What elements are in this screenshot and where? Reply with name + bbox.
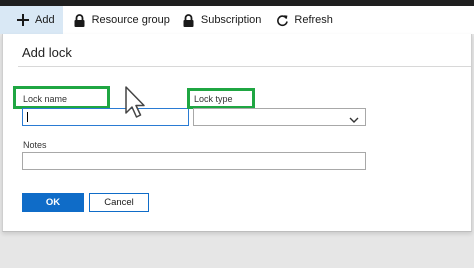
plus-icon [16,13,30,27]
lock-icon [182,13,196,27]
resource-group-lock-button[interactable]: Resource group [73,6,170,34]
subscription-lock-button[interactable]: Subscription [182,6,262,34]
resource-group-label: Resource group [91,14,170,26]
lock-type-label: Lock type [194,94,233,104]
lock-name-input[interactable] [22,108,189,126]
add-button[interactable]: Add [0,6,63,34]
mouse-pointer-icon [125,86,145,118]
notes-input[interactable] [22,152,366,170]
blade-title: Add lock [22,45,72,60]
text-caret [27,112,28,122]
lock-icon [73,13,87,27]
chevron-down-icon [349,112,359,123]
ok-button[interactable]: OK [22,193,84,212]
add-label: Add [35,14,55,26]
toolbar: Add Resource group Subscription Refresh [0,6,474,34]
notes-label: Notes [23,140,47,150]
refresh-button[interactable]: Refresh [275,6,333,34]
refresh-label: Refresh [294,14,333,26]
subscription-label: Subscription [200,14,262,26]
lock-name-label: Lock name [23,94,68,104]
cancel-button[interactable]: Cancel [89,193,149,212]
title-divider [18,66,471,67]
refresh-icon [275,13,289,27]
add-lock-blade: Add lock Lock name Lock type Notes OK Ca… [2,34,472,232]
lock-type-select[interactable] [193,108,366,126]
